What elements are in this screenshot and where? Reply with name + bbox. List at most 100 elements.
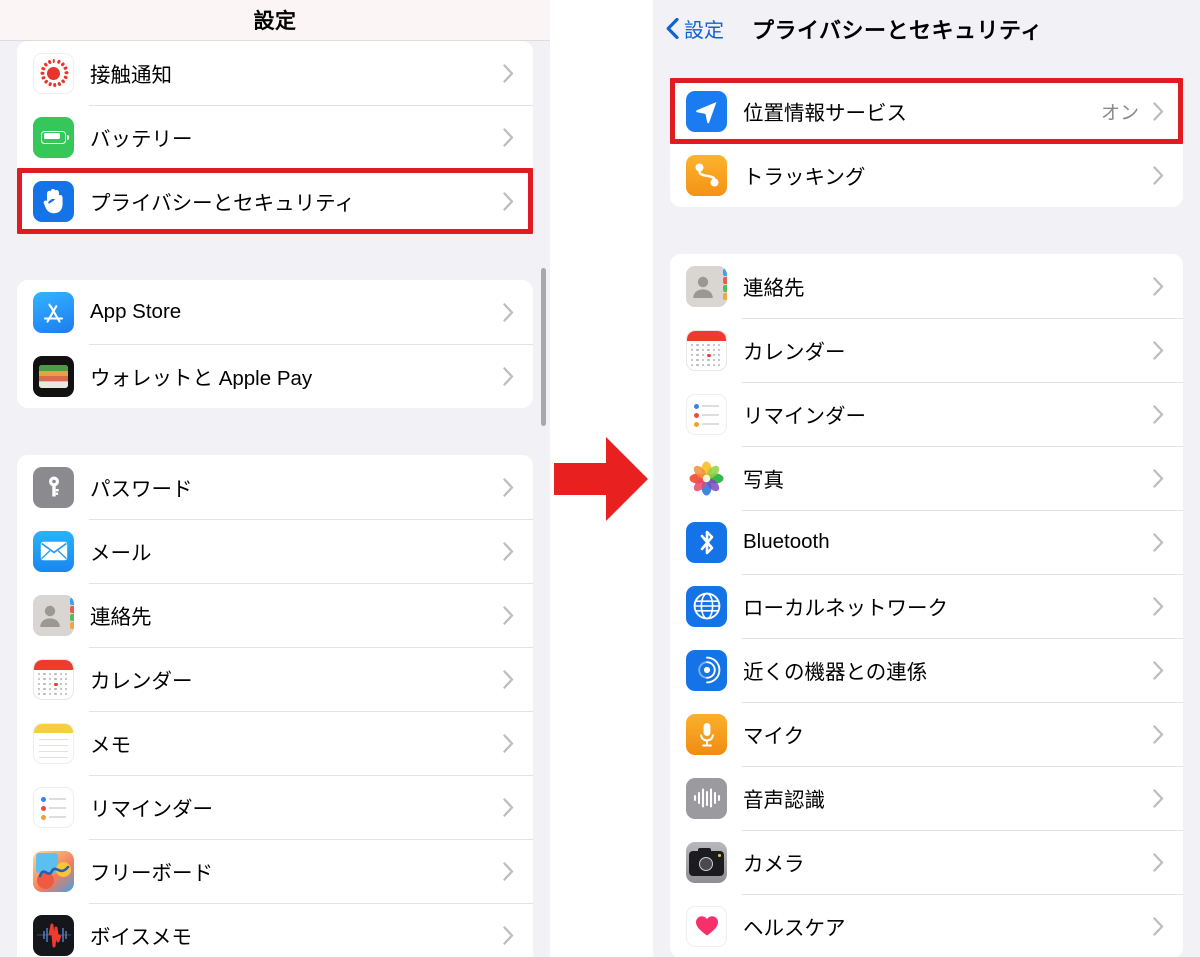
list-item[interactable]: ヘルスケア <box>670 894 1183 957</box>
privacy-hand-icon <box>33 180 74 222</box>
list-item-label: カレンダー <box>90 670 193 693</box>
list-item-label: ウォレットと Apple Pay <box>90 367 313 390</box>
camera-icon <box>686 841 727 883</box>
list-item[interactable]: 近くの機器との連係 <box>670 638 1183 702</box>
chevron-right-icon <box>1147 101 1169 121</box>
voice-memos-icon <box>33 914 74 956</box>
chevron-left-icon <box>666 18 679 39</box>
list-item-label: 連絡先 <box>90 606 152 629</box>
back-label: 設定 <box>684 20 724 42</box>
list-item[interactable]: リマインダー <box>670 382 1183 446</box>
list-item[interactable]: フリーボード <box>17 839 533 903</box>
list-item-label: ローカルネットワーク <box>743 597 948 620</box>
list-item-label: ボイスメモ <box>90 926 192 949</box>
page-title: 設定 <box>253 10 297 33</box>
privacy-list[interactable]: 位置情報サービス オントラッキング 連絡先カレンダーリマインダー 写真 Bluetoot… <box>653 57 1200 957</box>
battery-icon <box>33 116 74 158</box>
chevron-right-icon <box>497 925 519 945</box>
settings-list[interactable]: 接触通知バッテリープライバシーとセキュリティ App Store ウォレットと Ap… <box>0 41 550 957</box>
list-item[interactable]: パスワード <box>17 455 533 519</box>
chevron-right-icon <box>497 861 519 881</box>
tracking-icon <box>686 154 727 196</box>
list-item-label: メモ <box>90 734 131 757</box>
speech-recognition-icon <box>686 777 727 819</box>
chevron-right-icon <box>497 669 519 689</box>
list-item[interactable]: メール <box>17 519 533 583</box>
list-item-label: Bluetooth <box>743 530 830 553</box>
chevron-right-icon <box>1147 532 1169 552</box>
chevron-right-icon <box>497 127 519 147</box>
chevron-right-icon <box>1147 165 1169 185</box>
list-item[interactable]: ボイスメモ <box>17 903 533 957</box>
list-item-label: 位置情報サービス <box>743 102 907 125</box>
list-item-label: 写真 <box>743 469 784 492</box>
group-permissions: 連絡先カレンダーリマインダー 写真 Bluetooth ローカルネットワーク近くの機器… <box>670 254 1183 957</box>
list-item-label: トラッキング <box>743 166 866 189</box>
back-button[interactable]: 設定 <box>666 14 724 43</box>
chevron-right-icon <box>497 63 519 83</box>
chevron-right-icon <box>497 733 519 753</box>
chevron-right-icon <box>1147 852 1169 872</box>
list-item[interactable]: バッテリー <box>17 105 533 169</box>
chevron-right-icon <box>1147 660 1169 680</box>
wallet-icon <box>33 355 74 397</box>
chevron-right-icon <box>497 366 519 386</box>
privacy-page-title: プライバシーとセキュリティ <box>752 17 1043 43</box>
list-item-value: オン <box>1100 102 1139 124</box>
list-item[interactable]: 位置情報サービス オン <box>670 79 1183 143</box>
chevron-right-icon <box>1147 340 1169 360</box>
list-item[interactable]: カメラ <box>670 830 1183 894</box>
left-navbar: 設定 <box>0 0 550 41</box>
calendar-icon <box>33 658 74 700</box>
screenshot-root: 設定 接触通知 バッテリー プライバシーとセキュリティ App Store ウォレットと… <box>0 0 1200 957</box>
group-system: 接触通知バッテリープライバシーとセキュリティ <box>17 41 533 233</box>
list-item[interactable]: リマインダー <box>17 775 533 839</box>
list-item-label: 連絡先 <box>743 277 805 300</box>
password-key-icon <box>33 466 74 508</box>
chevron-right-icon <box>1147 404 1169 424</box>
nearby-interactions-icon <box>686 649 727 691</box>
local-network-icon <box>686 585 727 627</box>
list-item[interactable]: カレンダー <box>17 647 533 711</box>
list-item[interactable]: 音声認識 <box>670 766 1183 830</box>
chevron-right-icon <box>497 605 519 625</box>
freeform-icon <box>33 850 74 892</box>
calendar-icon <box>686 329 727 371</box>
list-item-label: カレンダー <box>743 341 846 364</box>
list-item-label: プライバシーとセキュリティ <box>90 192 355 215</box>
list-item[interactable]: トラッキング <box>670 143 1183 207</box>
chevron-right-icon <box>497 477 519 497</box>
health-icon <box>686 905 727 947</box>
list-item[interactable]: 連絡先 <box>670 254 1183 318</box>
list-item-label: 音声認識 <box>743 789 825 812</box>
list-item-label: App Store <box>90 300 182 323</box>
list-item-label: バッテリー <box>90 128 193 151</box>
microphone-icon <box>686 713 727 755</box>
chevron-right-icon <box>1147 788 1169 808</box>
chevron-right-icon <box>1147 724 1169 744</box>
list-item-label: フリーボード <box>90 862 213 885</box>
list-item[interactable]: メモ <box>17 711 533 775</box>
list-item[interactable]: カレンダー <box>670 318 1183 382</box>
chevron-right-icon <box>497 191 519 211</box>
left-scrollbar-thumb[interactable] <box>541 268 546 426</box>
chevron-right-icon <box>497 302 519 322</box>
settings-panel: 設定 接触通知バッテリープライバシーとセキュリティ App Store ウォレットと… <box>0 0 550 957</box>
list-item[interactable]: App Store <box>17 280 533 344</box>
list-item[interactable]: Bluetooth <box>670 510 1183 574</box>
photos-icon <box>686 457 727 499</box>
list-item[interactable]: ローカルネットワーク <box>670 574 1183 638</box>
list-item[interactable]: 写真 <box>670 446 1183 510</box>
list-item[interactable]: ウォレットと Apple Pay <box>17 344 533 408</box>
list-item[interactable]: 連絡先 <box>17 583 533 647</box>
list-item-label: メール <box>90 542 152 565</box>
list-item-label: リマインダー <box>743 405 866 428</box>
list-item-label: カメラ <box>743 853 805 876</box>
list-item[interactable]: プライバシーとセキュリティ <box>17 169 533 233</box>
notes-icon <box>33 722 74 764</box>
list-item[interactable]: 接触通知 <box>17 41 533 105</box>
bluetooth-icon <box>686 521 727 563</box>
list-item[interactable]: マイク <box>670 702 1183 766</box>
